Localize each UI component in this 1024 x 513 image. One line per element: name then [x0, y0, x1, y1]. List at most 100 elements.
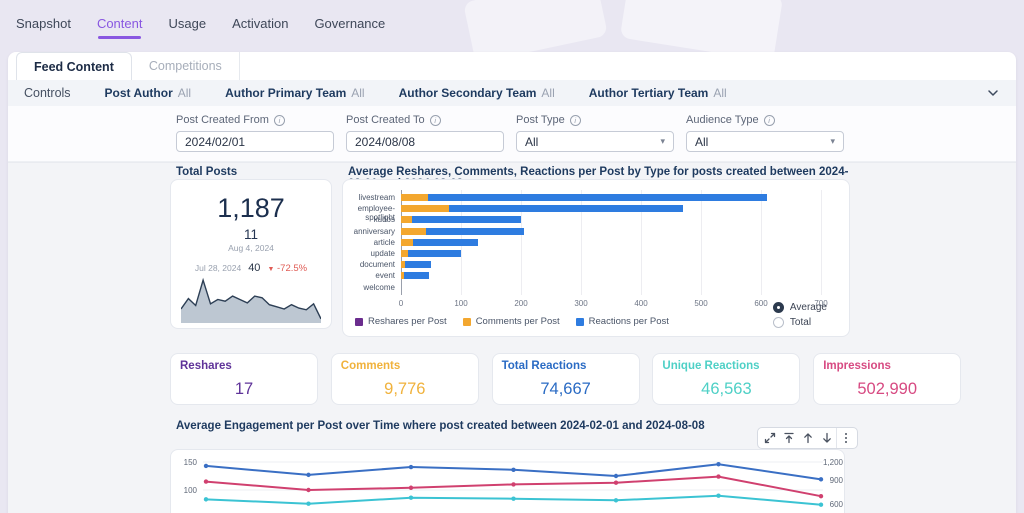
engagement-line-chart: 150 100 1,200 900 600	[184, 458, 844, 509]
filter-value: All	[177, 86, 192, 100]
legend-item-reactions-per-post[interactable]: Reactions per Post	[575, 316, 669, 327]
align-top-icon[interactable]	[779, 428, 798, 448]
controls-label: Controls	[24, 86, 71, 100]
info-icon[interactable]: i	[273, 114, 285, 126]
metric-label: Total Reactions	[501, 360, 587, 372]
metric-card-impressions: Impressions 502,990	[813, 353, 962, 405]
panel-tab-strip: Feed Content Competitions	[8, 52, 1016, 80]
metric-card-comments: Comments 9,776	[330, 353, 479, 405]
top-nav-tab-governance[interactable]: Governance	[314, 0, 385, 46]
x-tick-label: 100	[454, 298, 468, 308]
legend-item-comments-per-post[interactable]: Comments per Post	[462, 316, 560, 327]
filter-label: Author Primary Team	[225, 86, 347, 100]
chevron-down-icon[interactable]	[986, 86, 1000, 100]
field-label-post-created-to: Post Created To i	[346, 114, 504, 126]
bar-category-label: update	[370, 249, 395, 258]
top-nav-tab-usage[interactable]: Usage	[168, 0, 206, 46]
bar-category-label: livestream	[358, 193, 395, 202]
filter-value: All	[351, 86, 365, 100]
metric-card-reshares: Reshares 17	[170, 353, 318, 405]
bar-segment-reactions-per-post	[426, 227, 524, 235]
bar-segment-reactions-per-post	[449, 205, 683, 213]
selected-option: All	[695, 134, 709, 149]
caret-down-icon: ▾	[660, 136, 665, 146]
selected-option: All	[525, 134, 539, 149]
post-created-from-input[interactable]	[176, 131, 334, 152]
bar-segment-reactions-per-post	[404, 261, 431, 269]
kebab-menu-icon[interactable]	[836, 428, 855, 448]
svg-text:150: 150	[184, 458, 198, 467]
controls-filter-summary: Post Author All Author Primary Team All Auth…	[105, 86, 727, 100]
metric-value: 502,990	[857, 380, 918, 398]
arrow-up-icon[interactable]	[798, 428, 817, 448]
field-post-type: Post Type i All ▾	[516, 114, 674, 152]
metric-label: Unique Reactions	[662, 360, 760, 372]
audience-type-select[interactable]: All ▾	[686, 131, 844, 152]
legend-label: Comments per Post	[475, 316, 560, 327]
controls-filter-post-author[interactable]: Post Author All	[105, 86, 192, 100]
top-nav-tab-activation[interactable]: Activation	[232, 0, 288, 46]
radio-total[interactable]	[772, 317, 784, 328]
engagement-chart-title: Average Engagement per Post over Time wh…	[176, 420, 705, 432]
comparison-date: Jul 28, 2024	[194, 263, 242, 273]
field-post-created-to: Post Created To i	[346, 114, 504, 152]
change-badge: ▼ -72.5%	[267, 263, 307, 274]
metric-cards-row: Reshares 17 Comments 9,776 Total Reactions 74…	[170, 353, 962, 405]
tab-feed-content[interactable]: Feed Content	[16, 52, 132, 80]
bar-segment-reactions-per-post	[408, 250, 461, 257]
mode-label: Total	[789, 317, 812, 328]
svg-text:600: 600	[830, 500, 844, 509]
controls-filter-author-secondary-team[interactable]: Author Secondary Team All	[399, 86, 555, 100]
mode-option-average[interactable]: Average	[772, 302, 827, 313]
legend-label: Reactions per Post	[588, 316, 669, 327]
legend-item-reshares-per-post[interactable]: Reshares per Post	[355, 316, 447, 327]
x-tick-label: 500	[694, 298, 708, 308]
bar-segment-comments-per-post	[401, 205, 449, 213]
filter-label: Post Author	[104, 86, 173, 100]
bar-category-label: article	[373, 237, 395, 247]
filter-label: Author Tertiary Team	[588, 86, 709, 100]
mode-option-total[interactable]: Total	[772, 317, 827, 328]
change-percent: -72.5%	[277, 263, 308, 274]
info-icon[interactable]: i	[763, 114, 775, 126]
caret-down-icon: ▾	[830, 136, 835, 146]
svg-text:100: 100	[184, 486, 198, 495]
legend-swatch	[462, 317, 471, 326]
metric-card-unique-reactions: Unique Reactions 46,563	[652, 353, 801, 405]
controls-filter-author-tertiary-team[interactable]: Author Tertiary Team All	[589, 86, 727, 100]
field-label-audience-type: Audience Type i	[686, 114, 844, 126]
gridline	[761, 190, 762, 295]
bar-segment-comments-per-post	[401, 216, 412, 224]
x-tick-label: 600	[754, 298, 768, 308]
bar-chart-card: 0 100 200 300 400 500 600 700 livestream employee…	[342, 179, 850, 337]
arrow-down-icon[interactable]	[817, 428, 836, 448]
bar-category-label: anniversary	[353, 226, 395, 236]
controls-filter-author-primary-team[interactable]: Author Primary Team All	[225, 86, 365, 100]
field-label-text: Post Created From	[176, 114, 269, 126]
svg-text:1,200: 1,200	[823, 458, 844, 467]
radio-average[interactable]	[772, 302, 784, 313]
total-posts-card: 1,187 11 Aug 4, 2024 Jul 28, 2024 40 ▼ -…	[170, 179, 332, 329]
dashboard-page: Snapshot Content Usage Activation Governance…	[0, 0, 1024, 513]
filter-label: Author Secondary Team	[398, 86, 537, 100]
total-posts-comparison: Jul 28, 2024 40 ▼ -72.5%	[171, 262, 331, 274]
metric-label: Comments	[340, 360, 401, 372]
legend-swatch	[355, 317, 363, 326]
post-type-select[interactable]: All ▾	[516, 131, 674, 152]
expand-icon[interactable]	[760, 428, 779, 448]
filter-value: All	[713, 86, 727, 100]
info-icon[interactable]: i	[569, 114, 581, 126]
svg-text:900: 900	[830, 476, 844, 485]
top-nav: Snapshot Content Usage Activation Governance	[0, 0, 1024, 46]
legend-swatch	[575, 317, 584, 326]
field-label-post-created-from: Post Created From i	[176, 114, 334, 126]
comparison-value: 40	[248, 262, 261, 274]
total-posts-secondary-date: Aug 4, 2024	[228, 243, 274, 253]
top-nav-tab-snapshot[interactable]: Snapshot	[16, 0, 71, 46]
tab-competitions[interactable]: Competitions	[132, 52, 240, 80]
field-post-created-from: Post Created From i	[176, 114, 334, 152]
info-icon[interactable]: i	[429, 114, 441, 126]
post-created-to-input[interactable]	[346, 131, 504, 152]
top-nav-tab-content[interactable]: Content	[97, 0, 142, 46]
field-label-text: Audience Type	[686, 114, 759, 126]
